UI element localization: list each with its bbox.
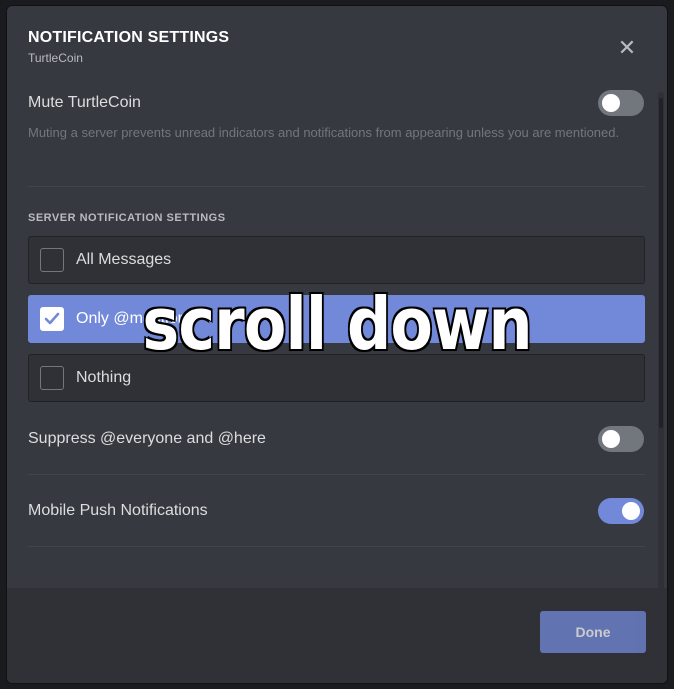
modal-footer: Done (7, 588, 667, 683)
divider (28, 474, 645, 475)
server-notification-settings-title: SERVER NOTIFICATION SETTINGS (28, 212, 226, 224)
checkbox[interactable] (40, 248, 64, 272)
mute-description: Muting a server prevents unread indicato… (28, 125, 620, 140)
mobile-push-label: Mobile Push Notifications (28, 502, 208, 519)
suppress-everyone-label: Suppress @everyone and @here (28, 430, 266, 447)
toggle-knob (602, 430, 620, 448)
suppress-everyone-toggle[interactable] (598, 426, 644, 452)
checkbox[interactable] (40, 366, 64, 390)
option-all-messages[interactable]: All Messages (28, 236, 645, 284)
modal-subtitle: TurtleCoin (28, 51, 83, 65)
scroll-down-caption: scroll down (142, 282, 532, 366)
mute-server-toggle[interactable] (598, 90, 644, 116)
close-icon[interactable]: ✕ (615, 36, 639, 60)
mobile-push-toggle[interactable] (598, 498, 644, 524)
mute-server-label: Mute TurtleCoin (28, 94, 141, 111)
divider (28, 186, 645, 187)
toggle-knob (622, 502, 640, 520)
option-label: Nothing (76, 369, 132, 386)
scrollbar-thumb[interactable] (659, 98, 663, 428)
toggle-knob (602, 94, 620, 112)
divider (28, 546, 645, 547)
modal-title: NOTIFICATION SETTINGS (28, 29, 230, 46)
done-button[interactable]: Done (540, 611, 646, 653)
option-label: All Messages (76, 251, 172, 268)
modal-header: NOTIFICATION SETTINGS TurtleCoin (28, 29, 647, 65)
